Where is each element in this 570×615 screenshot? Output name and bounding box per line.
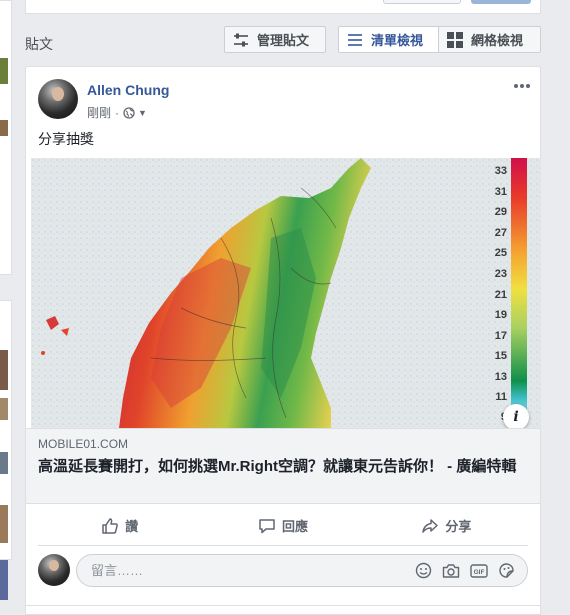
left-photo-1: [0, 58, 8, 84]
legend-label: 31: [495, 186, 507, 198]
sticker-icon[interactable]: [498, 562, 515, 579]
list-icon: [347, 33, 363, 47]
comment-icon: [258, 517, 276, 535]
next-card: [25, 605, 541, 615]
legend-label: 29: [495, 206, 507, 218]
current-user-avatar[interactable]: [38, 554, 70, 586]
comment-label: 回應: [281, 519, 308, 534]
comment-button[interactable]: 回應: [201, 506, 364, 545]
legend-label: 27: [495, 227, 507, 239]
link-domain: MOBILE01.COM: [38, 437, 129, 451]
left-photo-5: [0, 452, 8, 474]
share-button[interactable]: 分享: [365, 506, 528, 545]
previous-card-primary-button[interactable]: [471, 0, 531, 4]
left-photo-2: [0, 120, 8, 136]
legend-label: 21: [495, 289, 507, 301]
left-card-top: [0, 0, 12, 275]
manage-posts-button[interactable]: 管理貼文: [224, 26, 326, 53]
legend-label: 19: [495, 309, 507, 321]
left-photo-7: [0, 560, 8, 600]
share-icon: [421, 517, 439, 535]
like-label: 讚: [125, 519, 139, 534]
grid-view-button[interactable]: 網格檢視: [439, 26, 541, 53]
grid-icon: [447, 31, 463, 48]
author-name[interactable]: Allen Chung: [87, 82, 169, 98]
previous-card-button[interactable]: [383, 0, 461, 4]
legend-label: 33: [495, 165, 507, 177]
posts-header: 貼文 管理貼文 清單檢視 網格檢視: [25, 26, 541, 54]
legend-label: 17: [495, 330, 507, 342]
settings-sliders-icon: [233, 33, 249, 47]
post-timestamp[interactable]: 剛剛: [87, 104, 111, 121]
link-preview-image[interactable]: 33 31 29 27 25 23 21 19 17 15 13 11 9 i: [31, 158, 541, 428]
audience-caret-icon[interactable]: ▼: [138, 108, 147, 118]
share-label: 分享: [445, 519, 472, 534]
thumbs-up-icon: [101, 517, 119, 535]
gif-icon[interactable]: GIF: [470, 563, 488, 579]
taiwan-heat-map: 33 31 29 27 25 23 21 19 17 15 13 11 9: [31, 158, 541, 428]
legend-label: 11: [495, 391, 507, 403]
comment-box[interactable]: GIF: [76, 554, 528, 587]
post-card: Allen Chung 剛剛 · ▼ 分享抽獎 33 31 29 27 25 2…: [25, 66, 541, 611]
more-icon[interactable]: [512, 79, 532, 93]
list-view-label: 清單檢視: [371, 33, 424, 48]
link-title: 高溫延長賽開打，如何挑選Mr.Right空調？就讓東元告訴你！ - 廣編特輯: [38, 458, 517, 475]
comment-tools: GIF: [415, 562, 515, 579]
globe-icon[interactable]: [123, 106, 135, 119]
comment-input[interactable]: [89, 562, 415, 579]
info-icon[interactable]: i: [503, 404, 529, 428]
legend-label: 13: [495, 371, 507, 383]
list-view-button[interactable]: 清單檢視: [338, 26, 439, 53]
post-actions: 讚 回應 分享: [38, 506, 528, 546]
camera-icon[interactable]: [442, 563, 460, 579]
left-photo-3: [0, 350, 8, 390]
previous-card: [25, 0, 541, 14]
post-text: 分享抽獎: [38, 131, 94, 147]
comment-composer: GIF: [38, 554, 530, 588]
meta-separator: ·: [115, 105, 120, 120]
legend-label: 25: [495, 247, 507, 259]
svg-text:GIF: GIF: [474, 569, 485, 576]
left-column-edge: [0, 0, 12, 611]
legend-label: 23: [495, 268, 507, 280]
link-preview-meta[interactable]: MOBILE01.COM 高溫延長賽開打，如何挑選Mr.Right空調？就讓東元…: [26, 428, 540, 504]
legend-label: 15: [495, 350, 507, 362]
grid-view-label: 網格檢視: [471, 33, 524, 48]
left-photo-6: [0, 505, 8, 543]
manage-posts-label: 管理貼文: [257, 33, 310, 48]
left-photo-4: [0, 398, 8, 420]
emoji-icon[interactable]: [415, 562, 432, 579]
like-button[interactable]: 讚: [38, 506, 201, 545]
posts-title: 貼文: [25, 36, 53, 52]
post-meta: 剛剛 · ▼: [87, 104, 147, 121]
author-avatar[interactable]: [38, 79, 78, 119]
